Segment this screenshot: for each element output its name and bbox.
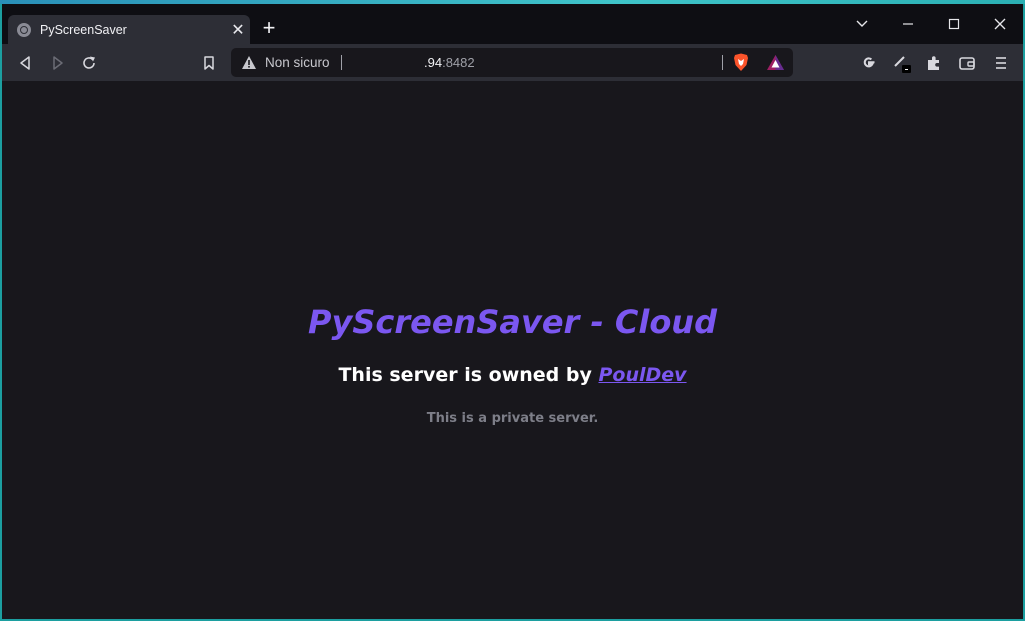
reload-button[interactable]: [77, 51, 101, 75]
tab-search-button[interactable]: [844, 11, 880, 37]
wallet-button[interactable]: [955, 51, 979, 75]
hamburger-menu-icon: [996, 57, 1006, 69]
tab-close-button[interactable]: ✕: [226, 20, 250, 40]
browser-window: PyScreenSaver ✕ + Non sicuro .94:8482 Py…: [2, 4, 1023, 619]
minimize-button[interactable]: [890, 11, 926, 37]
owner-link[interactable]: PoulDev: [598, 364, 686, 386]
tab-pyscreensaver[interactable]: PyScreenSaver ✕: [8, 15, 250, 44]
maximize-icon: [948, 18, 960, 30]
close-icon: [994, 18, 1006, 30]
tab-title: PyScreenSaver: [40, 22, 127, 37]
back-arrow-icon: [20, 56, 30, 70]
pen-icon: [894, 56, 911, 73]
minimize-icon: [903, 23, 913, 25]
puzzle-icon: [928, 56, 939, 70]
browser-toolbar: Non sicuro .94:8482: [2, 44, 1023, 81]
private-server-note: This is a private server.: [426, 411, 599, 426]
wallet-icon: [959, 57, 975, 70]
extensions-button[interactable]: [922, 51, 946, 75]
page-title: PyScreenSaver - Cloud: [308, 303, 717, 341]
warning-icon[interactable]: [241, 55, 257, 70]
brave-rewards-icon[interactable]: [766, 54, 785, 71]
brave-shields-icon[interactable]: [732, 53, 750, 72]
globe-icon: [17, 22, 31, 37]
address-divider: [341, 55, 342, 70]
close-window-button[interactable]: [982, 11, 1018, 37]
pen-extension-button[interactable]: [890, 51, 914, 75]
menu-button[interactable]: [989, 51, 1013, 75]
google-icon: [863, 57, 875, 68]
address-bar[interactable]: Non sicuro .94:8482: [231, 48, 793, 77]
owner-line: This server is owned by PoulDev: [2, 364, 1023, 386]
forward-button[interactable]: [45, 51, 69, 75]
url-port: :8482: [442, 55, 475, 70]
url-host: .94: [424, 55, 443, 70]
chevron-down-icon: [856, 20, 868, 27]
page-content: PyScreenSaver - Cloud This server is own…: [2, 81, 1023, 619]
security-status-label[interactable]: Non sicuro: [265, 55, 330, 70]
reload-icon: [83, 56, 95, 69]
google-extension-button[interactable]: [857, 51, 881, 75]
bookmark-button[interactable]: [197, 51, 221, 75]
bookmark-icon: [204, 56, 214, 70]
url-text[interactable]: .94:8482: [424, 55, 475, 70]
new-tab-button[interactable]: +: [258, 17, 280, 39]
maximize-button[interactable]: [936, 11, 972, 37]
owner-prefix: This server is owned by: [338, 364, 599, 386]
forward-arrow-icon: [53, 56, 63, 70]
back-button[interactable]: [14, 51, 38, 75]
tab-strip: PyScreenSaver ✕ +: [2, 4, 1023, 44]
address-divider-right: [722, 55, 723, 70]
